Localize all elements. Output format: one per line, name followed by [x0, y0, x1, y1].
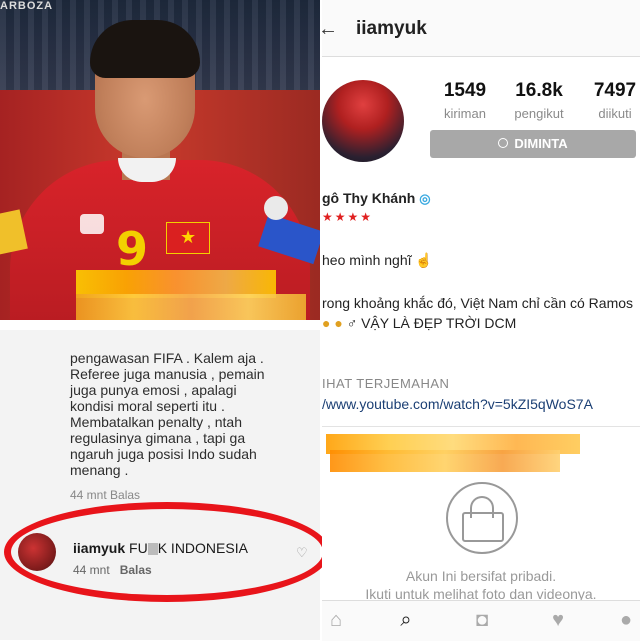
divider [322, 426, 640, 427]
requested-button[interactable]: DIMINTA [430, 130, 636, 158]
comment-body: pengawasan FIFA . Kalem aja . Referee ju… [70, 350, 310, 478]
flag-star-icon: ★ [180, 227, 197, 247]
back-arrow-icon[interactable]: ← [318, 18, 338, 41]
clock-icon [498, 138, 509, 148]
vietnam-flag-icon: ★ [166, 222, 210, 254]
see-translation-link[interactable]: IHAT TERJEMAHAN [322, 376, 640, 391]
lock-icon [446, 482, 518, 554]
stat-number: 1549 [443, 80, 487, 101]
heart-icon[interactable]: ♥ [544, 609, 572, 633]
private-account-text: Akun Ini bersifat pribadi. [405, 568, 557, 584]
stat-following[interactable]: 7497 diikuti [580, 80, 640, 121]
stat-number: 7497 [593, 80, 637, 101]
stat-label: diikuti [598, 106, 632, 121]
player-hair [90, 20, 200, 78]
redaction-blur [330, 450, 560, 472]
youtube-link[interactable]: /www.youtube.com/watch?v=5kZI5qWoS7A [322, 396, 640, 412]
emoji-faces: ● ● [322, 315, 343, 331]
stat-label: kiriman [444, 106, 486, 121]
instagram-profile: ← iiamyuk 1549 kiriman 16.8k pengikut 74… [318, 0, 640, 641]
bio-line-1: heo mình nghĩ ☝ [322, 252, 433, 268]
display-name: gô Thy Khánh ◎ [322, 190, 640, 207]
comment-line: Membatalkan penalty , ntah [70, 414, 242, 430]
comment-line: kondisi moral seperti itu . [70, 398, 225, 414]
stat-label: pengikut [514, 106, 564, 121]
verified-icon: ◎ [419, 191, 431, 206]
bio-line-3-text: ♂ VẬY LÀ ĐẸP TRỜI DCM [346, 315, 517, 331]
prev-comment-meta: 44 mnt Balas [70, 488, 141, 502]
redaction-blur [76, 294, 306, 320]
bio-line-3: ● ● ♂ VẬY LÀ ĐẸP TRỜI DCM [322, 315, 640, 331]
top-bar: ← iiamyuk [318, 0, 640, 57]
comment-screenshot: pengawasan FIFA . Kalem aja . Referee ju… [0, 330, 330, 640]
stat-number: 16.8k [515, 80, 563, 101]
player-photo: ARBOZA 9 ★ [0, 0, 320, 320]
camera-icon[interactable]: ◘ [468, 609, 496, 633]
profile-avatar[interactable] [322, 80, 404, 162]
comment-line: ngaruh juga posisi Indo sudah [70, 446, 257, 462]
stat-followers[interactable]: 16.8k pengikut [504, 80, 574, 121]
comment-line: regulasinya gimana , tapi ga [70, 430, 246, 446]
comment-line: juga punya emosi , apalagi [70, 382, 237, 398]
search-icon[interactable]: ⌕ [392, 609, 420, 633]
bio-line-2: rong khoảng khắc đó, Việt Nam chỉ cần có… [322, 295, 634, 311]
photo-corner-text: ARBOZA [0, 0, 54, 12]
comment-line: pengawasan FIFA . Kalem aja . [70, 350, 264, 366]
comment-line: Referee juga manusia , pemain [70, 366, 265, 382]
requested-label: DIMINTA [514, 136, 568, 151]
jersey-number: 9 [116, 222, 149, 276]
stat-posts[interactable]: 1549 kiriman [430, 80, 500, 121]
home-icon[interactable]: ⌂ [322, 609, 350, 633]
bottom-nav: ⌂ ⌕ ◘ ♥ ● [322, 600, 640, 641]
federation-logo [80, 214, 104, 234]
comment-line: menang . [70, 462, 129, 478]
lock-body [462, 512, 504, 542]
flag-emojis: ★★★★ [322, 210, 374, 224]
display-name-text: gô Thy Khánh [322, 190, 416, 206]
red-highlight-oval [4, 502, 330, 602]
profile-icon[interactable]: ● [612, 609, 640, 633]
patch-icon [264, 196, 288, 220]
profile-username: iiamyuk [356, 18, 427, 39]
